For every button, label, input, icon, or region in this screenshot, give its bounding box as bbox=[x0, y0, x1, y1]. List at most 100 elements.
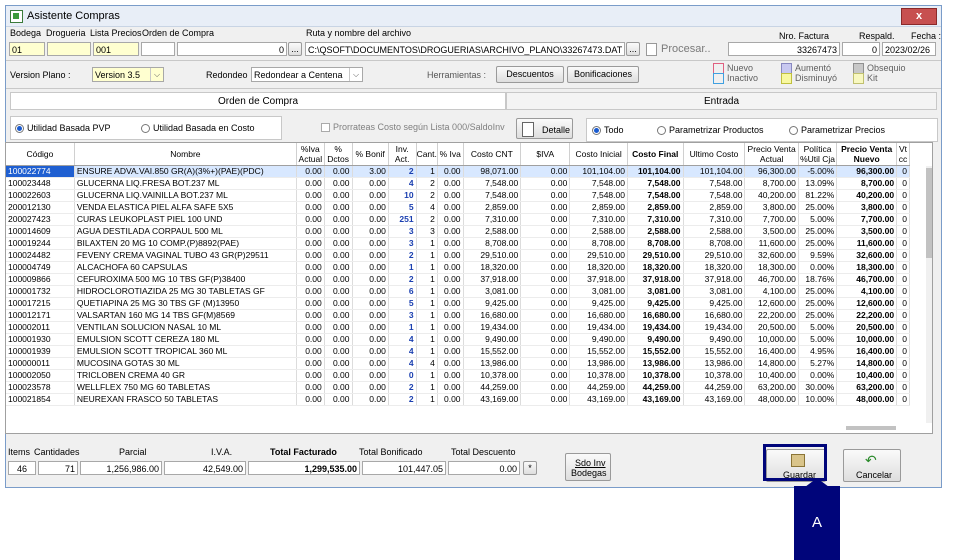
table-cell[interactable]: 0 bbox=[896, 369, 910, 382]
table-cell[interactable]: 46,700.00 bbox=[836, 273, 898, 286]
table-cell[interactable]: 8,708.00 bbox=[569, 237, 628, 250]
table-cell[interactable]: 0.00 bbox=[352, 201, 389, 214]
table-cell[interactable]: 0.00 bbox=[520, 261, 571, 274]
table-cell[interactable]: 9,490.00 bbox=[683, 333, 746, 346]
table-cell[interactable]: 0.00 bbox=[324, 273, 353, 286]
drogueria-field[interactable] bbox=[47, 42, 91, 56]
table-cell[interactable]: 0 bbox=[896, 201, 910, 214]
table-cell[interactable]: 0.00 bbox=[437, 249, 464, 262]
table-cell[interactable]: 100012171 bbox=[6, 309, 75, 322]
table-cell[interactable]: 5.00% bbox=[798, 213, 838, 226]
table-row[interactable]: 100012171 VALSARTAN 160 MG 14 TBS GF(M)85… bbox=[6, 309, 910, 322]
table-cell[interactable]: 11,600.00 bbox=[836, 237, 898, 250]
table-cell[interactable]: 0.00 bbox=[520, 273, 571, 286]
column-header[interactable]: % Bonif bbox=[352, 143, 389, 166]
table-cell[interactable]: 0 bbox=[896, 237, 910, 250]
table-cell[interactable]: 3,500.00 bbox=[836, 225, 898, 238]
table-vertical-scrollbar[interactable] bbox=[926, 166, 932, 423]
table-cell[interactable]: 0.00 bbox=[520, 333, 571, 346]
column-header[interactable]: Costo Inicial bbox=[569, 143, 628, 166]
table-cell[interactable]: 25.00% bbox=[798, 225, 838, 238]
procesar-button[interactable]: Procesar.. bbox=[644, 41, 724, 57]
bodega-field[interactable]: 01 bbox=[9, 42, 45, 56]
table-cell[interactable]: 2 bbox=[416, 177, 438, 190]
table-cell[interactable]: 0.00 bbox=[324, 225, 353, 238]
table-cell[interactable]: 0.00 bbox=[352, 213, 389, 226]
table-cell[interactable]: 13,986.00 bbox=[683, 357, 746, 370]
table-cell[interactable]: 98,071.00 bbox=[463, 165, 522, 178]
table-cell[interactable]: 0.00 bbox=[296, 321, 325, 334]
table-cell[interactable]: 0 bbox=[896, 381, 910, 394]
table-cell[interactable]: 2 bbox=[388, 273, 417, 286]
table-cell[interactable]: 1 bbox=[416, 309, 438, 322]
table-cell[interactable]: 29,510.00 bbox=[463, 249, 522, 262]
table-cell[interactable]: 100000011 bbox=[6, 357, 75, 370]
table-row[interactable]: 100001732 HIDROCLOROTIAZIDA 25 MG 30 TABL… bbox=[6, 285, 910, 298]
table-cell[interactable]: 13,986.00 bbox=[569, 357, 628, 370]
table-cell[interactable]: 0 bbox=[896, 345, 910, 358]
table-cell[interactable]: 0.00 bbox=[352, 189, 389, 202]
table-cell[interactable]: 19,434.00 bbox=[627, 321, 684, 334]
table-cell[interactable]: 0.00 bbox=[520, 237, 571, 250]
table-cell[interactable]: 0.00 bbox=[352, 285, 389, 298]
table-cell[interactable]: 14,800.00 bbox=[744, 357, 799, 370]
table-cell[interactable]: 0 bbox=[896, 297, 910, 310]
table-cell[interactable]: 0.00 bbox=[324, 297, 353, 310]
table-cell[interactable]: 100004749 bbox=[6, 261, 75, 274]
prorrateo-checkbox[interactable] bbox=[321, 123, 330, 132]
table-cell[interactable]: 0.00 bbox=[324, 321, 353, 334]
table-cell[interactable]: 0.00 bbox=[296, 189, 325, 202]
table-cell[interactable]: MUCOSINA GOTAS 30 ML bbox=[74, 357, 297, 370]
table-cell[interactable]: 0.00 bbox=[437, 333, 464, 346]
table-cell[interactable]: GLUCERNA LIQ.VAINILLA BOT.237 ML bbox=[74, 189, 297, 202]
todo-radio[interactable] bbox=[592, 126, 601, 135]
table-cell[interactable]: 7,310.00 bbox=[569, 213, 628, 226]
table-cell[interactable]: 7,700.00 bbox=[744, 213, 799, 226]
table-row[interactable]: 100017215 QUETIAPINA 25 MG 30 TBS GF (M)1… bbox=[6, 297, 910, 310]
table-cell[interactable]: 0.00 bbox=[520, 201, 571, 214]
table-cell[interactable]: 0.00 bbox=[324, 357, 353, 370]
table-cell[interactable]: 3 bbox=[388, 309, 417, 322]
lista-precios-field[interactable]: 001 bbox=[93, 42, 139, 56]
column-header[interactable]: Precio Venta Nuevo bbox=[836, 143, 898, 166]
bonificaciones-button[interactable]: Bonificaciones bbox=[567, 66, 639, 83]
table-cell[interactable]: 0.00 bbox=[437, 213, 464, 226]
table-cell[interactable]: 1 bbox=[416, 321, 438, 334]
column-header[interactable]: Costo CNT bbox=[463, 143, 522, 166]
table-cell[interactable]: 0.00 bbox=[520, 189, 571, 202]
table-cell[interactable]: 10,000.00 bbox=[836, 333, 898, 346]
tab-orden-compra[interactable]: Orden de Compra bbox=[10, 92, 506, 110]
table-cell[interactable]: 0.00 bbox=[296, 261, 325, 274]
nro-factura-field[interactable]: 33267473 bbox=[728, 42, 840, 56]
table-cell[interactable]: 1 bbox=[416, 381, 438, 394]
table-cell[interactable]: 0.00 bbox=[437, 201, 464, 214]
table-cell[interactable]: 44,259.00 bbox=[627, 381, 684, 394]
table-cell[interactable]: 0.00 bbox=[352, 237, 389, 250]
table-cell[interactable]: 0.00 bbox=[324, 189, 353, 202]
table-cell[interactable]: 0.00 bbox=[352, 177, 389, 190]
table-cell[interactable]: 0.00 bbox=[324, 381, 353, 394]
table-cell[interactable]: 100024482 bbox=[6, 249, 75, 262]
table-cell[interactable]: TRICLOBEN CREMA 40 GR bbox=[74, 369, 297, 382]
table-cell[interactable]: 0.00 bbox=[437, 177, 464, 190]
table-cell[interactable]: 0.00 bbox=[520, 381, 571, 394]
table-cell[interactable]: 8,708.00 bbox=[463, 237, 522, 250]
column-header[interactable]: Política %Util Cja bbox=[798, 143, 838, 166]
table-cell[interactable]: 0 bbox=[896, 213, 910, 226]
table-cell[interactable]: 48,000.00 bbox=[744, 393, 799, 406]
table-cell[interactable]: 96,300.00 bbox=[744, 165, 799, 178]
table-cell[interactable]: 2 bbox=[416, 213, 438, 226]
table-cell[interactable]: 15,552.00 bbox=[627, 345, 684, 358]
redondeo-select[interactable]: Redondear a Centena ⌵ bbox=[251, 67, 363, 82]
param-productos-radio[interactable] bbox=[657, 126, 666, 135]
table-cell[interactable]: -5.00% bbox=[798, 165, 838, 178]
column-header[interactable]: Inv. Act. bbox=[388, 143, 417, 166]
table-cell[interactable]: 13.09% bbox=[798, 177, 838, 190]
table-cell[interactable]: 18,320.00 bbox=[627, 261, 684, 274]
table-cell[interactable]: 25.00% bbox=[798, 285, 838, 298]
table-cell[interactable]: 7,548.00 bbox=[627, 177, 684, 190]
table-cell[interactable]: 25.00% bbox=[798, 237, 838, 250]
table-cell[interactable]: 7,548.00 bbox=[683, 177, 746, 190]
table-row[interactable]: 100009866 CEFUROXIMA 500 MG 10 TBS GF(P)3… bbox=[6, 273, 910, 286]
table-row[interactable]: 100014609 AGUA DESTILADA CORPAUL 500 ML 0.… bbox=[6, 225, 910, 238]
